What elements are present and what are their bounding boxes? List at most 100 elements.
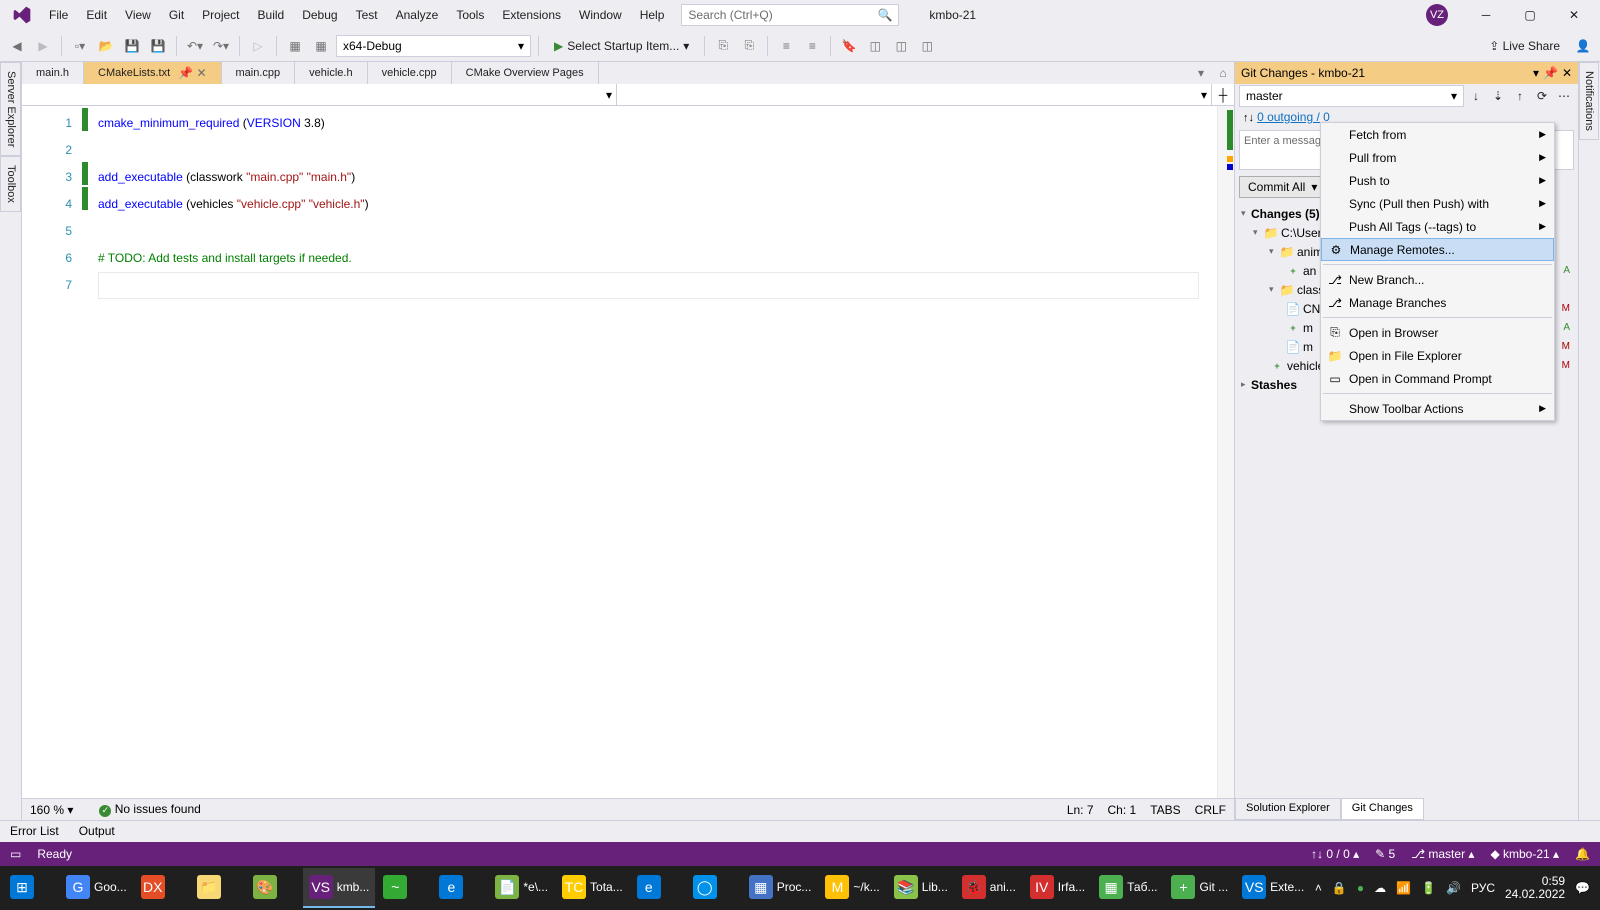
menu-build[interactable]: Build [249, 4, 294, 26]
git-changes-tab[interactable]: Git Changes [1341, 798, 1424, 820]
tab-main-cpp[interactable]: main.cpp [222, 62, 296, 84]
ctx-open-in-browser[interactable]: ⎘Open in Browser [1321, 321, 1554, 344]
zoom-combo[interactable]: 160 % ▾ [30, 803, 73, 817]
taskbar-item[interactable]: ◯ [687, 868, 741, 908]
menu-extensions[interactable]: Extensions [493, 4, 570, 26]
taskbar-item[interactable]: e [433, 868, 487, 908]
solution-explorer-tab[interactable]: Solution Explorer [1235, 798, 1341, 820]
tray-icon[interactable]: 🔒 [1332, 881, 1347, 895]
build2-button[interactable]: ▦ [310, 35, 332, 57]
push-icon[interactable]: ↑ [1510, 86, 1530, 106]
menu-git[interactable]: Git [160, 4, 193, 26]
tray-lang[interactable]: РУС [1471, 881, 1495, 895]
tab-vehicle-cpp[interactable]: vehicle.cpp [368, 62, 452, 84]
tb-icon[interactable]: ≡ [775, 35, 797, 57]
start-button[interactable]: ▶Select Startup Item...▾ [546, 35, 697, 57]
new-button[interactable]: ▫▾ [69, 35, 91, 57]
menu-view[interactable]: View [116, 4, 160, 26]
commit-all-button[interactable]: Commit All▾ [1239, 176, 1326, 198]
menu-test[interactable]: Test [347, 4, 387, 26]
fetch-icon[interactable]: ↓ [1466, 86, 1486, 106]
taskbar-item[interactable]: 🐞ani... [956, 868, 1022, 908]
taskbar-item[interactable]: DX [135, 868, 189, 908]
save-all-button[interactable]: 💾 [147, 35, 169, 57]
redo-button[interactable]: ↷▾ [210, 35, 232, 57]
menu-edit[interactable]: Edit [77, 4, 116, 26]
output-tab[interactable]: Output [69, 821, 125, 842]
taskbar-item[interactable]: VSkmb... [303, 868, 376, 908]
notification-icon[interactable]: 🔔 [1575, 847, 1590, 861]
menu-file[interactable]: File [40, 4, 77, 26]
build-button[interactable]: ▦ [284, 35, 306, 57]
open-button[interactable]: 📂 [95, 35, 117, 57]
menu-tools[interactable]: Tools [447, 4, 493, 26]
close-icon[interactable]: ✕ [1562, 66, 1572, 80]
taskbar-item[interactable]: ▦Proc... [743, 868, 818, 908]
split-icon[interactable]: ┼ [1212, 84, 1234, 105]
tray-wifi-icon[interactable]: 📶 [1396, 881, 1411, 895]
step-button[interactable]: ▷ [247, 35, 269, 57]
tab-home-icon[interactable]: ⌂ [1212, 62, 1234, 84]
taskbar-item[interactable]: ▦Таб... [1093, 868, 1163, 908]
taskbar-item[interactable]: ⊞ [4, 868, 58, 908]
close-button[interactable]: ✕ [1552, 0, 1596, 30]
tb-icon[interactable]: ◫ [864, 35, 886, 57]
taskbar-item[interactable]: TCTota... [556, 868, 629, 908]
error-list-tab[interactable]: Error List [0, 821, 69, 842]
tab-cmake-overview-pages[interactable]: CMake Overview Pages [452, 62, 599, 84]
taskbar-item[interactable]: 📄*e\... [489, 868, 554, 908]
ctx-pull-from[interactable]: Pull from▶ [1321, 146, 1554, 169]
sync-icon[interactable]: ⟳ [1532, 86, 1552, 106]
tab-vehicle-h[interactable]: vehicle.h [295, 62, 367, 84]
taskbar-item[interactable]: 📁 [191, 868, 245, 908]
ctx-show-toolbar-actions[interactable]: Show Toolbar Actions▶ [1321, 397, 1554, 420]
tb-icon[interactable]: 🔖 [838, 35, 860, 57]
pull-icon[interactable]: ⇣ [1488, 86, 1508, 106]
taskbar-item[interactable]: 📚Lib... [888, 868, 954, 908]
ctx-push-all-tags-tags-to[interactable]: Push All Tags (--tags) to▶ [1321, 215, 1554, 238]
ctx-sync-pull-then-push-with[interactable]: Sync (Pull then Push) with▶ [1321, 192, 1554, 215]
taskbar-item[interactable]: IVIrfa... [1024, 868, 1091, 908]
toolbox-tab[interactable]: Toolbox [0, 156, 21, 212]
outgoing-link[interactable]: 0 outgoing / 0 [1257, 110, 1330, 124]
tb-icon[interactable]: ◫ [890, 35, 912, 57]
menu-project[interactable]: Project [193, 4, 248, 26]
ctx-push-to[interactable]: Push to▶ [1321, 169, 1554, 192]
ctx-manage-remotes-[interactable]: ⚙Manage Remotes... [1321, 238, 1554, 261]
nav-member-combo[interactable]: ▾ [617, 84, 1212, 105]
taskbar-item[interactable]: ~ [377, 868, 431, 908]
tab-dropdown-icon[interactable]: ▾ [1190, 62, 1212, 84]
scrollbar[interactable] [1217, 106, 1234, 798]
config-combo[interactable]: x64-Debug▾ [336, 35, 531, 57]
forward-button[interactable]: ▶ [32, 35, 54, 57]
tab-main-h[interactable]: main.h [22, 62, 84, 84]
pin-icon[interactable]: ▾ [1533, 66, 1539, 80]
taskbar-item[interactable]: e [631, 868, 685, 908]
avatar[interactable]: VZ [1426, 4, 1448, 26]
taskbar-item[interactable]: GGoo... [60, 868, 133, 908]
tray-battery-icon[interactable]: 🔋 [1421, 881, 1436, 895]
tray-clock[interactable]: 0:5924.02.2022 [1505, 875, 1565, 901]
menu-help[interactable]: Help [631, 4, 674, 26]
more-icon[interactable]: ⋯ [1554, 86, 1574, 106]
tb-icon[interactable]: ⎘ [712, 35, 734, 57]
notifications-tab[interactable]: Notifications [1579, 62, 1599, 140]
ctx-open-in-file-explorer[interactable]: 📁Open in File Explorer [1321, 344, 1554, 367]
menu-window[interactable]: Window [570, 4, 631, 26]
tb-icon[interactable]: ◫ [916, 35, 938, 57]
menu-debug[interactable]: Debug [293, 4, 346, 26]
undo-button[interactable]: ↶▾ [184, 35, 206, 57]
tray-action-center-icon[interactable]: 💬 [1575, 881, 1590, 895]
maximize-button[interactable]: ▢ [1508, 0, 1552, 30]
tb-icon[interactable]: ⎘ [738, 35, 760, 57]
search-input[interactable]: Search (Ctrl+Q)🔍 [681, 4, 899, 26]
server-explorer-tab[interactable]: Server Explorer [0, 62, 21, 156]
repo-status[interactable]: ◆ kmbo-21 ▴ [1490, 847, 1559, 861]
ctx-fetch-from[interactable]: Fetch from▶ [1321, 123, 1554, 146]
live-share-button[interactable]: ⇪ Live Share [1481, 35, 1568, 57]
back-button[interactable]: ◀ [6, 35, 28, 57]
menu-analyze[interactable]: Analyze [387, 4, 448, 26]
ctx-new-branch-[interactable]: ⎇New Branch... [1321, 268, 1554, 291]
sync-status[interactable]: ↑↓ 0 / 0 ▴ [1311, 847, 1359, 861]
changes-status[interactable]: ✎ 5 [1375, 847, 1395, 861]
